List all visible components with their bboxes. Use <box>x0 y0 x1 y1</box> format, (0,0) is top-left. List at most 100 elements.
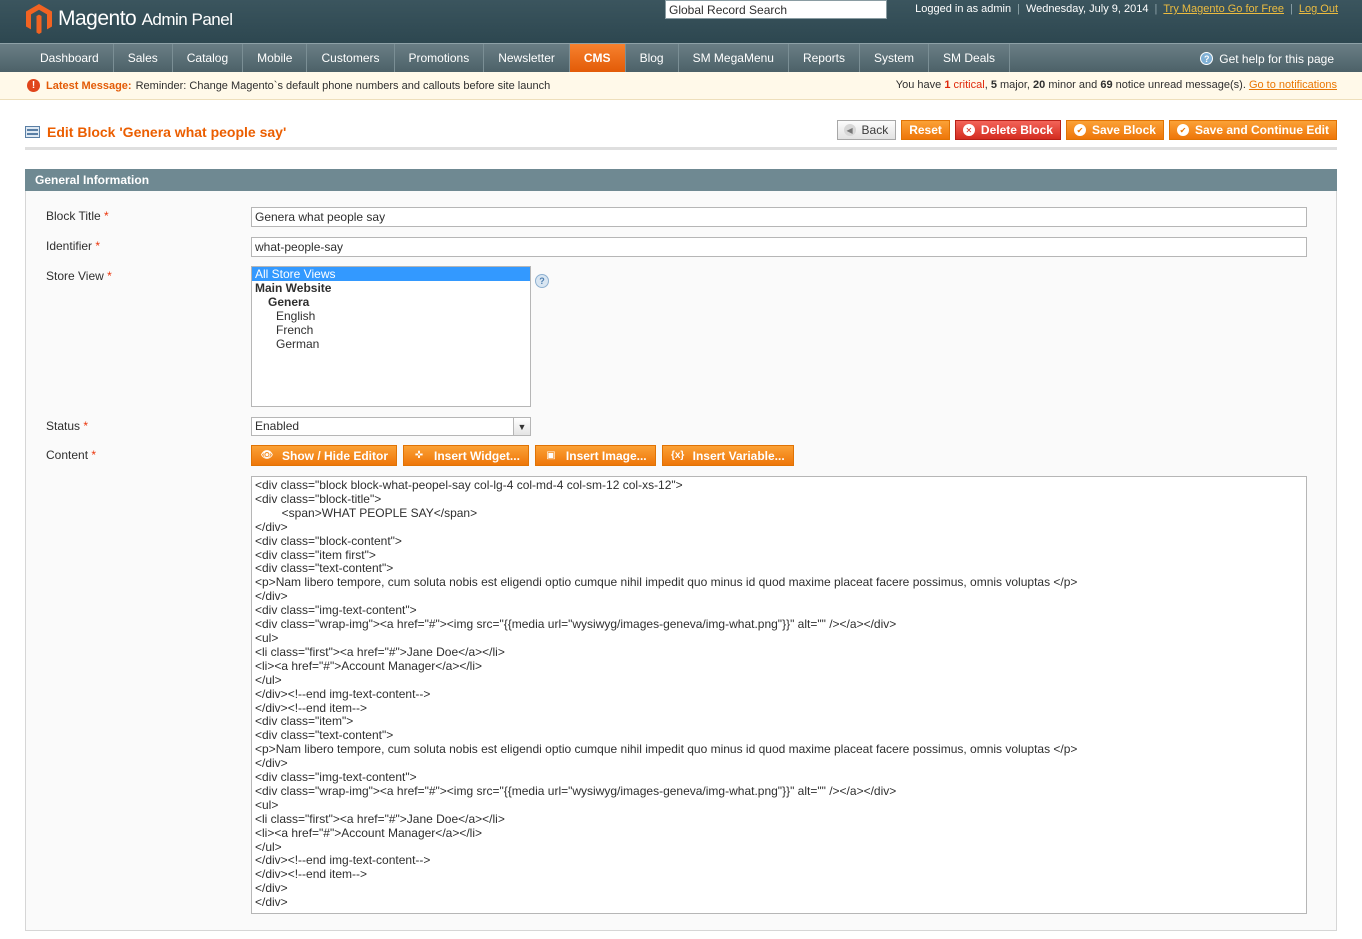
nav-item-customers[interactable]: Customers <box>307 44 395 72</box>
section-header: General Information <box>25 169 1337 191</box>
notifications-link[interactable]: Go to notifications <box>1249 79 1337 91</box>
nav-item-sm-megamenu[interactable]: SM MegaMenu <box>679 44 789 72</box>
save-continue-button[interactable]: ✔ Save and Continue Edit <box>1168 120 1337 140</box>
content-header: Edit Block 'Genera what people say' ◀ Bac… <box>25 118 1337 150</box>
store-group-main-website: Main Website <box>255 281 332 295</box>
magento-logo[interactable]: Magento Admin Panel <box>26 4 233 34</box>
critical-word: critical <box>953 79 985 91</box>
header: Magento Admin Panel Logged in as admin |… <box>0 0 1362 43</box>
code-line: <div class="block block-what-peopel-say … <box>255 478 683 492</box>
global-search-input[interactable] <box>665 0 887 19</box>
block-title-label: Block Title * <box>46 209 109 223</box>
insert-image-label: Insert Image... <box>565 448 647 463</box>
code-line: <li class="first"><a href="#">Jane Doe</… <box>255 811 505 826</box>
code-line: <div class="wrap-img"><a href="#"><img s… <box>255 617 897 632</box>
logged-in-text: Logged in as admin <box>915 3 1012 15</box>
nav-item-mobile[interactable]: Mobile <box>243 44 308 72</box>
store-view-help-icon[interactable]: ? <box>535 274 549 288</box>
code-line: </div><!--end img-text-content--> <box>255 686 431 701</box>
try-magento-link[interactable]: Try Magento Go for Free <box>1163 3 1284 15</box>
nav-item-catalog[interactable]: Catalog <box>173 44 244 72</box>
code-line: <div class="text-content"> <box>255 728 394 743</box>
summary-prefix: You have <box>895 79 942 91</box>
help-link[interactable]: ? Get help for this page <box>1200 44 1334 73</box>
code-line: <div class="item"> <box>255 714 354 729</box>
status-label: Status * <box>46 419 89 433</box>
code-line: <li><a href="#">Account Manager</a></li> <box>255 825 483 840</box>
separator: | <box>1017 3 1020 15</box>
code-line: <div class="img-text-content"> <box>255 770 417 785</box>
code-line: </div> <box>255 519 288 534</box>
code-line: <li><a href="#">Account Manager</a></li> <box>255 658 483 673</box>
store-option-english[interactable]: English <box>252 309 530 323</box>
nav-item-sales[interactable]: Sales <box>114 44 173 72</box>
content-label: Content * <box>46 448 97 462</box>
code-line: </div> <box>255 881 288 896</box>
insert-variable-label: Insert Variable... <box>692 448 785 463</box>
separator: | <box>1290 3 1293 15</box>
message-label: Latest Message: <box>46 79 132 92</box>
major-word: major, <box>1000 79 1030 91</box>
back-label: Back <box>861 123 889 137</box>
image-icon: ▣ <box>546 450 556 461</box>
code-line: </div> <box>255 589 288 604</box>
nav-item-system[interactable]: System <box>860 44 930 72</box>
delete-block-button[interactable]: ✕ Delete Block <box>954 120 1061 140</box>
status-select[interactable]: Enabled ▼ <box>251 417 531 436</box>
message-bar: ! Latest Message: Reminder: Change Magen… <box>0 72 1362 100</box>
code-line: </ul> <box>255 672 282 687</box>
cms-block-icon <box>25 126 40 138</box>
code-line: <div class="text-content"> <box>255 561 394 576</box>
chevron-down-icon: ▼ <box>513 418 530 435</box>
code-line: <p>Nam libero tempore, cum soluta nobis … <box>255 742 1078 757</box>
notice-word: notice unread message(s). <box>1115 79 1246 91</box>
nav-item-promotions[interactable]: Promotions <box>395 44 485 72</box>
nav-item-blog[interactable]: Blog <box>626 44 679 72</box>
logo-text: Magento Admin Panel <box>58 7 233 30</box>
code-line: <div class="block-content"> <box>255 533 402 548</box>
code-line: <ul> <box>255 797 279 812</box>
logout-link[interactable]: Log Out <box>1299 3 1338 15</box>
save-block-button[interactable]: ✔ Save Block <box>1065 120 1164 140</box>
nav-item-reports[interactable]: Reports <box>789 44 860 72</box>
reset-button[interactable]: Reset <box>901 120 950 140</box>
page-title-wrap: Edit Block 'Genera what people say' <box>25 124 286 140</box>
editor-buttons: 👁 Show / Hide Editor ✜ Insert Widget... ▣ I… <box>251 445 794 466</box>
store-option-all[interactable]: All Store Views <box>252 267 530 281</box>
main-nav: Dashboard Sales Catalog Mobile Customers… <box>0 43 1362 72</box>
nav-item-cms[interactable]: CMS <box>569 44 626 72</box>
show-hide-editor-button[interactable]: 👁 Show / Hide Editor <box>251 445 398 466</box>
major-count: 5 <box>990 79 997 91</box>
identifier-input[interactable]: what-people-say <box>251 237 1307 257</box>
magento-logo-icon <box>26 4 52 34</box>
general-information-fieldset: Block Title * Genera what people say Ide… <box>25 191 1337 931</box>
store-view-label: Store View * <box>46 269 112 283</box>
store-view-multiselect[interactable]: All Store Views Main Website Genera Engl… <box>251 266 531 407</box>
nav-item-newsletter[interactable]: Newsletter <box>484 44 570 72</box>
header-links: Logged in as admin | Wednesday, July 9, … <box>915 3 1338 15</box>
separator: | <box>1154 3 1158 15</box>
code-line: </div><!--end item--> <box>255 700 368 715</box>
content-textarea[interactable]: <div class="block block-what-peopel-say … <box>251 476 1307 914</box>
store-option-french[interactable]: French <box>252 323 530 337</box>
block-title-input[interactable]: Genera what people say <box>251 207 1307 227</box>
action-buttons: ◀ Back Reset ✕ Delete Block ✔ Save Block ✔ S… <box>836 120 1337 140</box>
date-text: Wednesday, July 9, 2014 <box>1025 3 1149 15</box>
nav-item-sm-deals[interactable]: SM Deals <box>929 44 1011 72</box>
insert-image-button[interactable]: ▣ Insert Image... <box>534 445 656 466</box>
critical-count: 1 <box>944 79 951 91</box>
save-continue-label: Save and Continue Edit <box>1194 123 1329 137</box>
nav-item-dashboard[interactable]: Dashboard <box>26 44 114 72</box>
code-line: </div><!--end item--> <box>255 867 368 882</box>
insert-widget-button[interactable]: ✜ Insert Widget... <box>403 445 529 466</box>
minor-word: minor and <box>1048 79 1098 91</box>
back-button[interactable]: ◀ Back <box>836 120 897 140</box>
help-icon: ? <box>1200 52 1214 65</box>
store-option-german[interactable]: German <box>252 337 530 351</box>
code-line: <span>WHAT PEOPLE SAY</span> <box>255 505 478 520</box>
back-arrow-icon: ◀ <box>843 124 856 136</box>
delete-icon: ✕ <box>962 124 975 136</box>
insert-variable-button[interactable]: {x} Insert Variable... <box>661 445 794 466</box>
code-line: </ul> <box>255 839 282 854</box>
